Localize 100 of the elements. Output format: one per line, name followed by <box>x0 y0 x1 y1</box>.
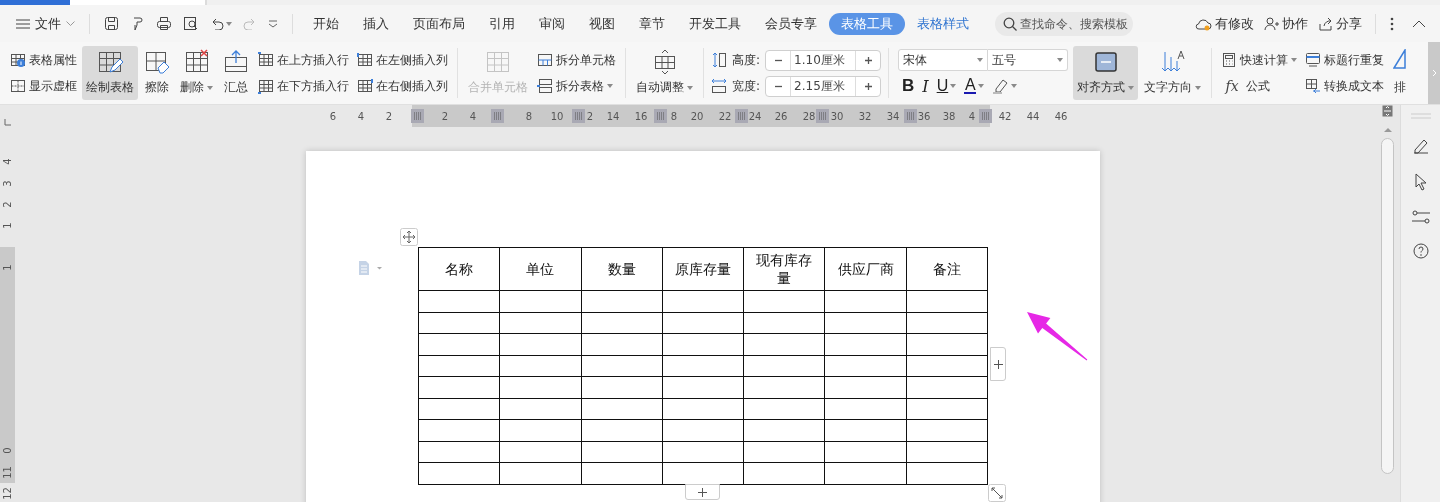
add-column-button[interactable] <box>990 347 1006 381</box>
customize-icon[interactable] <box>268 19 278 28</box>
undo-icon[interactable] <box>210 17 224 30</box>
ribbon-button[interactable]: 在左侧插入列 <box>355 49 450 71</box>
user-add-icon <box>1264 16 1279 31</box>
caret-icon <box>607 84 613 88</box>
pen-icon[interactable] <box>1412 138 1429 154</box>
column-header: 名称 <box>418 247 500 291</box>
plus-icon <box>993 359 1003 369</box>
menu-icon <box>16 18 30 29</box>
resize-handle-icon[interactable] <box>988 484 1006 502</box>
ribbon-button[interactable]: 在上方插入行 <box>256 49 351 71</box>
ribbon-button[interactable]: 文字方向 <box>1140 46 1206 100</box>
ribbon-button[interactable]: 自动调整 <box>632 46 697 100</box>
ribbon-button[interactable]: 对齐方式 <box>1073 46 1139 100</box>
split-view-icon[interactable] <box>1382 105 1393 117</box>
ribbon-tab[interactable]: 视图 <box>577 12 627 35</box>
ribbon-button[interactable]: 绘制表格 <box>82 46 138 100</box>
ruler-number: 26 <box>774 110 788 122</box>
ribbon-button[interactable]: 转换成文本 <box>1303 75 1387 97</box>
add-row-button[interactable] <box>685 484 720 500</box>
plus-icon <box>698 487 707 497</box>
ribbon-tab[interactable]: 表格样式 <box>905 12 981 35</box>
insert-row-above-icon <box>258 52 274 68</box>
ruler-number: 3 <box>2 179 13 187</box>
ruler-number: 2 <box>441 110 449 122</box>
caret-icon <box>687 85 693 90</box>
column-header: 供应厂商 <box>824 247 907 291</box>
ribbon-button[interactable]: 排 <box>1389 46 1411 100</box>
field-label: 高度: <box>732 51 761 69</box>
file-menu[interactable]: 文件 <box>10 10 81 37</box>
plus-icon <box>863 55 873 65</box>
column-marker-icon <box>654 109 667 123</box>
ribbon-button[interactable]: 擦除 <box>140 46 174 100</box>
ruler-number: 42 <box>998 110 1012 122</box>
column-marker-icon <box>572 109 585 123</box>
table-move-icon[interactable] <box>400 228 418 246</box>
ruler-number: 8 <box>670 110 678 122</box>
print-preview-icon[interactable] <box>183 16 199 31</box>
cursor-icon[interactable] <box>1413 173 1428 191</box>
toolbar-button[interactable]: 协作 <box>1259 10 1313 37</box>
spin-box[interactable]: 1.10厘米 <box>765 49 882 71</box>
ruler-number: 16 <box>634 110 648 122</box>
ruler-number: 46 <box>1054 110 1068 122</box>
ribbon-button[interactable]: 显示虚框 <box>8 75 79 97</box>
spin-box[interactable]: 2.15厘米 <box>765 75 882 97</box>
ribbon-tab[interactable]: 开发工具 <box>677 12 753 35</box>
column-width-icon <box>711 78 727 94</box>
ribbon-button[interactable]: 快速计算 <box>1219 49 1300 71</box>
ruler-number: 2 <box>385 110 393 122</box>
ribbon-button[interactable]: 在下方插入行 <box>256 75 351 97</box>
ruler-number: 6 <box>329 110 337 122</box>
sliders-icon[interactable] <box>1411 210 1430 224</box>
ribbon-tab[interactable]: 插入 <box>351 12 401 35</box>
convert-to-text-icon <box>1305 78 1322 94</box>
row-height-icon <box>711 52 727 68</box>
ribbon-tab[interactable]: 页面布局 <box>401 12 477 35</box>
bold-button[interactable]: B <box>898 75 919 97</box>
scrollbar[interactable] <box>1381 138 1394 474</box>
ruler-number: 24 <box>748 110 762 122</box>
caret-icon <box>1128 85 1135 90</box>
font-size-dropdown[interactable]: 五号 <box>988 49 1069 71</box>
ribbon-button[interactable]: 在右侧插入列 <box>355 75 450 97</box>
ribbon-button[interactable]: 标题行重复 <box>1303 49 1387 71</box>
caret-icon <box>1195 85 1202 90</box>
formula-icon: fx <box>1221 78 1244 94</box>
caret-icon <box>1011 84 1018 88</box>
ribbon-button[interactable]: 删除 <box>176 46 217 100</box>
ruler-number: 32 <box>858 110 872 122</box>
ribbon-tab[interactable]: 会员专享 <box>753 12 829 35</box>
more-icon[interactable] <box>1390 16 1394 31</box>
help-icon[interactable] <box>1412 243 1429 259</box>
search-field[interactable]: 查找命令、搜索模板 <box>995 11 1133 36</box>
column-marker-icon <box>411 109 424 123</box>
ribbon-button[interactable]: 汇总 <box>219 46 253 100</box>
ribbon-tab[interactable]: 开始 <box>301 12 351 35</box>
search-icon <box>1003 16 1017 31</box>
ribbon-button[interactable]: 拆分单元格 <box>535 49 618 71</box>
font-name-dropdown[interactable]: 宋体 <box>898 49 989 71</box>
calculator-icon <box>1221 52 1238 68</box>
ribbon-tab[interactable]: 引用 <box>477 12 527 35</box>
field-label: 宽度: <box>732 77 761 95</box>
eraser-icon <box>144 49 170 75</box>
collapse-icon[interactable] <box>1412 19 1426 28</box>
toolbar-button[interactable]: 有修改 <box>1190 10 1259 37</box>
ribbon-tab[interactable]: 章节 <box>627 12 677 35</box>
ribbon-button[interactable]: 表格属性 <box>8 49 79 71</box>
insert-row-below-icon <box>258 78 274 94</box>
save-icon[interactable] <box>104 16 119 31</box>
plus-icon <box>863 81 873 91</box>
toolbar-button[interactable]: 分享 <box>1313 10 1367 37</box>
column-header: 原库存量 <box>662 247 744 291</box>
italic-button[interactable]: I <box>918 75 933 97</box>
print-icon[interactable] <box>156 16 172 31</box>
underline-button[interactable]: U <box>932 75 961 97</box>
ribbon-tab[interactable]: 审阅 <box>527 12 577 35</box>
font-color-button[interactable]: A <box>960 75 989 97</box>
ribbon-button[interactable]: 拆分表格 <box>535 75 618 97</box>
table-info-icon <box>10 52 26 68</box>
ribbon-button[interactable]: fx 公式 <box>1219 75 1300 97</box>
